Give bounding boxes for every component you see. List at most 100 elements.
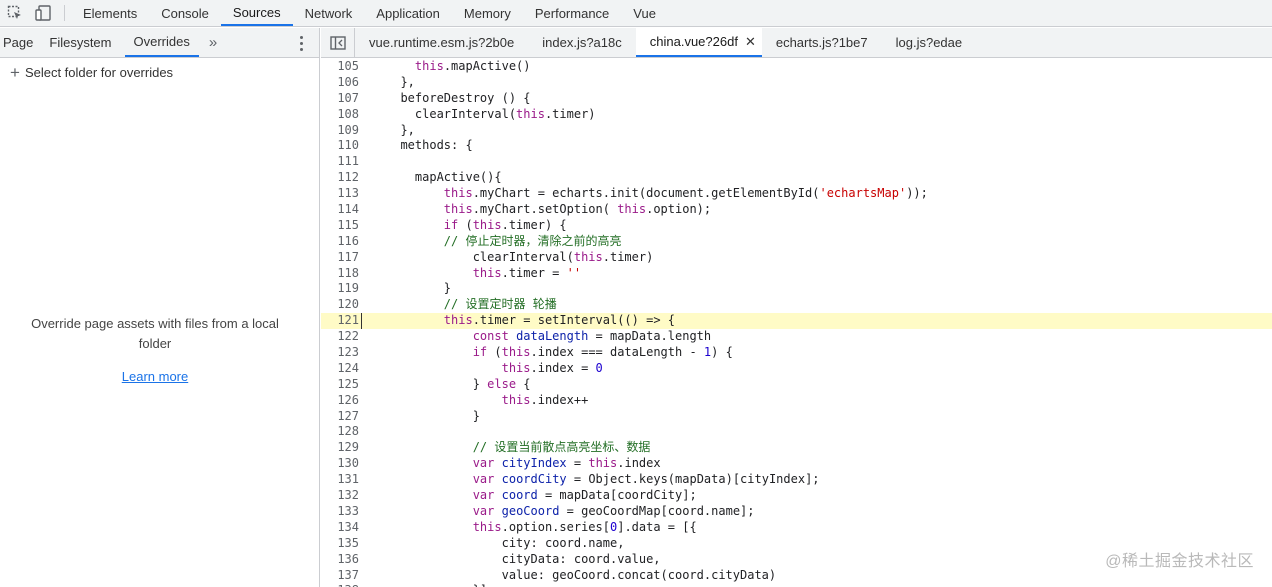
code-text: this.mapActive() bbox=[414, 59, 531, 73]
inspect-element-icon[interactable] bbox=[0, 0, 29, 26]
tab-console[interactable]: Console bbox=[149, 0, 221, 26]
code-text: var cityIndex = this.index bbox=[472, 456, 661, 471]
code-text: }, bbox=[386, 122, 415, 137]
code-line[interactable]: 121 this.timer = setInterval(() => { bbox=[321, 313, 1272, 330]
more-tabs-chevron-icon[interactable]: » bbox=[205, 28, 221, 57]
code-line[interactable]: 125 } else { bbox=[321, 377, 1272, 393]
line-number[interactable]: 131 bbox=[321, 472, 361, 488]
tab-performance[interactable]: Performance bbox=[523, 0, 621, 26]
line-number[interactable]: 138 bbox=[321, 583, 361, 587]
line-number[interactable]: 137 bbox=[321, 568, 361, 584]
code-line[interactable]: 122 const dataLength = mapData.length bbox=[321, 329, 1272, 345]
code-line[interactable]: 124 this.index = 0 bbox=[321, 361, 1272, 377]
code-line[interactable]: 138 }] bbox=[321, 583, 1272, 587]
code-line[interactable]: 127 } bbox=[321, 409, 1272, 425]
file-tab[interactable]: log.js?edae bbox=[882, 28, 977, 57]
code-area[interactable]: 105 this.mapActive() 106 }, 107 beforeDest… bbox=[321, 59, 1272, 587]
code-line[interactable]: 132 var coord = mapData[coordCity]; bbox=[321, 488, 1272, 504]
code-line[interactable]: 109 }, bbox=[321, 123, 1272, 139]
code-line[interactable]: 110 methods: { bbox=[321, 138, 1272, 154]
tab-sources[interactable]: Sources bbox=[220, 0, 293, 26]
code-line[interactable]: 126 this.index++ bbox=[321, 393, 1272, 409]
tab-memory[interactable]: Memory bbox=[452, 0, 523, 26]
code-line[interactable]: 134 this.option.series[0].data = [{ bbox=[321, 520, 1272, 536]
code-line[interactable]: 117 clearInterval(this.timer) bbox=[321, 250, 1272, 266]
empty-message: Override page assets with files from a l… bbox=[31, 316, 279, 351]
more-options-icon[interactable] bbox=[293, 34, 309, 52]
tab-page[interactable]: Page bbox=[0, 28, 40, 57]
code-line[interactable]: 116 // 停止定时器，清除之前的高亮 bbox=[321, 234, 1272, 250]
code-text: } bbox=[386, 408, 480, 423]
file-tab-label: china.vue?26df bbox=[649, 34, 738, 49]
line-number[interactable]: 130 bbox=[321, 456, 361, 472]
code-line[interactable]: 108 clearInterval(this.timer) bbox=[321, 107, 1272, 123]
code-line[interactable]: 130 var cityIndex = this.index bbox=[321, 456, 1272, 472]
line-number[interactable]: 136 bbox=[321, 552, 361, 568]
code-line[interactable]: 128 bbox=[321, 424, 1272, 440]
tab-network[interactable]: Network bbox=[293, 0, 365, 26]
code-line[interactable]: 131 var coordCity = Object.keys(mapData)… bbox=[321, 472, 1272, 488]
code-line[interactable]: 105 this.mapActive() bbox=[321, 59, 1272, 75]
code-text: this.index++ bbox=[501, 392, 589, 407]
line-number[interactable]: 118 bbox=[321, 266, 361, 282]
tab-elements[interactable]: Elements bbox=[71, 0, 149, 26]
line-number[interactable]: 110 bbox=[321, 138, 361, 154]
line-number[interactable]: 122 bbox=[321, 329, 361, 345]
tab-filesystem[interactable]: Filesystem bbox=[46, 28, 118, 57]
tab-vue[interactable]: Vue bbox=[621, 0, 668, 26]
line-number[interactable]: 120 bbox=[321, 297, 361, 313]
line-number[interactable]: 125 bbox=[321, 377, 361, 393]
code-line[interactable]: 115 if (this.timer) { bbox=[321, 218, 1272, 234]
line-number[interactable]: 117 bbox=[321, 250, 361, 266]
code-line[interactable]: 111 bbox=[321, 154, 1272, 170]
code-line[interactable]: 120 // 设置定时器 轮播 bbox=[321, 297, 1272, 313]
code-line[interactable]: 123 if (this.index === dataLength - 1) { bbox=[321, 345, 1272, 361]
file-tab[interactable]: vue.runtime.esm.js?2b0e bbox=[355, 28, 528, 57]
line-number[interactable]: 119 bbox=[321, 281, 361, 297]
file-tab-active[interactable]: china.vue?26df ✕ bbox=[635, 28, 762, 57]
code-text: methods: { bbox=[386, 138, 473, 153]
line-number[interactable]: 111 bbox=[321, 154, 361, 170]
code-line[interactable]: 118 this.timer = '' bbox=[321, 266, 1272, 282]
device-toolbar-icon[interactable] bbox=[29, 0, 58, 26]
line-number[interactable]: 112 bbox=[321, 170, 361, 186]
line-number[interactable]: 105 bbox=[321, 59, 361, 75]
learn-more-link[interactable]: Learn more bbox=[0, 367, 310, 387]
line-number[interactable]: 113 bbox=[321, 186, 361, 202]
line-number[interactable]: 132 bbox=[321, 488, 361, 504]
code-line[interactable]: 113 this.myChart = echarts.init(document… bbox=[321, 186, 1272, 202]
toggle-navigator-icon[interactable] bbox=[321, 28, 355, 57]
line-number[interactable]: 123 bbox=[321, 345, 361, 361]
file-tab[interactable]: echarts.js?1be7 bbox=[762, 28, 882, 57]
line-number[interactable]: 114 bbox=[321, 202, 361, 218]
code-text: // 设置定时器 轮播 bbox=[443, 297, 557, 312]
line-number[interactable]: 121 bbox=[321, 313, 361, 329]
line-number[interactable]: 129 bbox=[321, 440, 361, 456]
code-line[interactable]: 133 var geoCoord = geoCoordMap[coord.nam… bbox=[321, 504, 1272, 520]
code-line[interactable]: 106 }, bbox=[321, 75, 1272, 91]
select-folder-button[interactable]: + Select folder for overrides bbox=[0, 58, 319, 86]
line-number[interactable]: 106 bbox=[321, 75, 361, 91]
line-number[interactable]: 133 bbox=[321, 504, 361, 520]
line-number[interactable]: 107 bbox=[321, 91, 361, 107]
tab-overrides[interactable]: Overrides bbox=[124, 28, 199, 57]
code-line[interactable]: 119 } bbox=[321, 281, 1272, 297]
line-number[interactable]: 124 bbox=[321, 361, 361, 377]
line-number[interactable]: 135 bbox=[321, 536, 361, 552]
line-number[interactable]: 115 bbox=[321, 218, 361, 234]
code-line[interactable]: 129 // 设置当前散点高亮坐标、数据 bbox=[321, 440, 1272, 456]
line-number[interactable]: 127 bbox=[321, 409, 361, 425]
close-icon[interactable]: ✕ bbox=[745, 34, 756, 50]
code-line[interactable]: 107 beforeDestroy () { bbox=[321, 91, 1272, 107]
line-number[interactable]: 116 bbox=[321, 234, 361, 250]
tab-application[interactable]: Application bbox=[364, 0, 452, 26]
code-line[interactable]: 112 mapActive(){ bbox=[321, 170, 1272, 186]
line-number[interactable]: 108 bbox=[321, 107, 361, 123]
line-number[interactable]: 128 bbox=[321, 424, 361, 440]
code-line[interactable]: 114 this.myChart.setOption( this.option)… bbox=[321, 202, 1272, 218]
line-number[interactable]: 134 bbox=[321, 520, 361, 536]
line-number[interactable]: 109 bbox=[321, 123, 361, 139]
line-number[interactable]: 126 bbox=[321, 393, 361, 409]
file-tab[interactable]: index.js?a18c bbox=[528, 28, 636, 57]
code-text: clearInterval(this.timer) bbox=[386, 249, 654, 264]
